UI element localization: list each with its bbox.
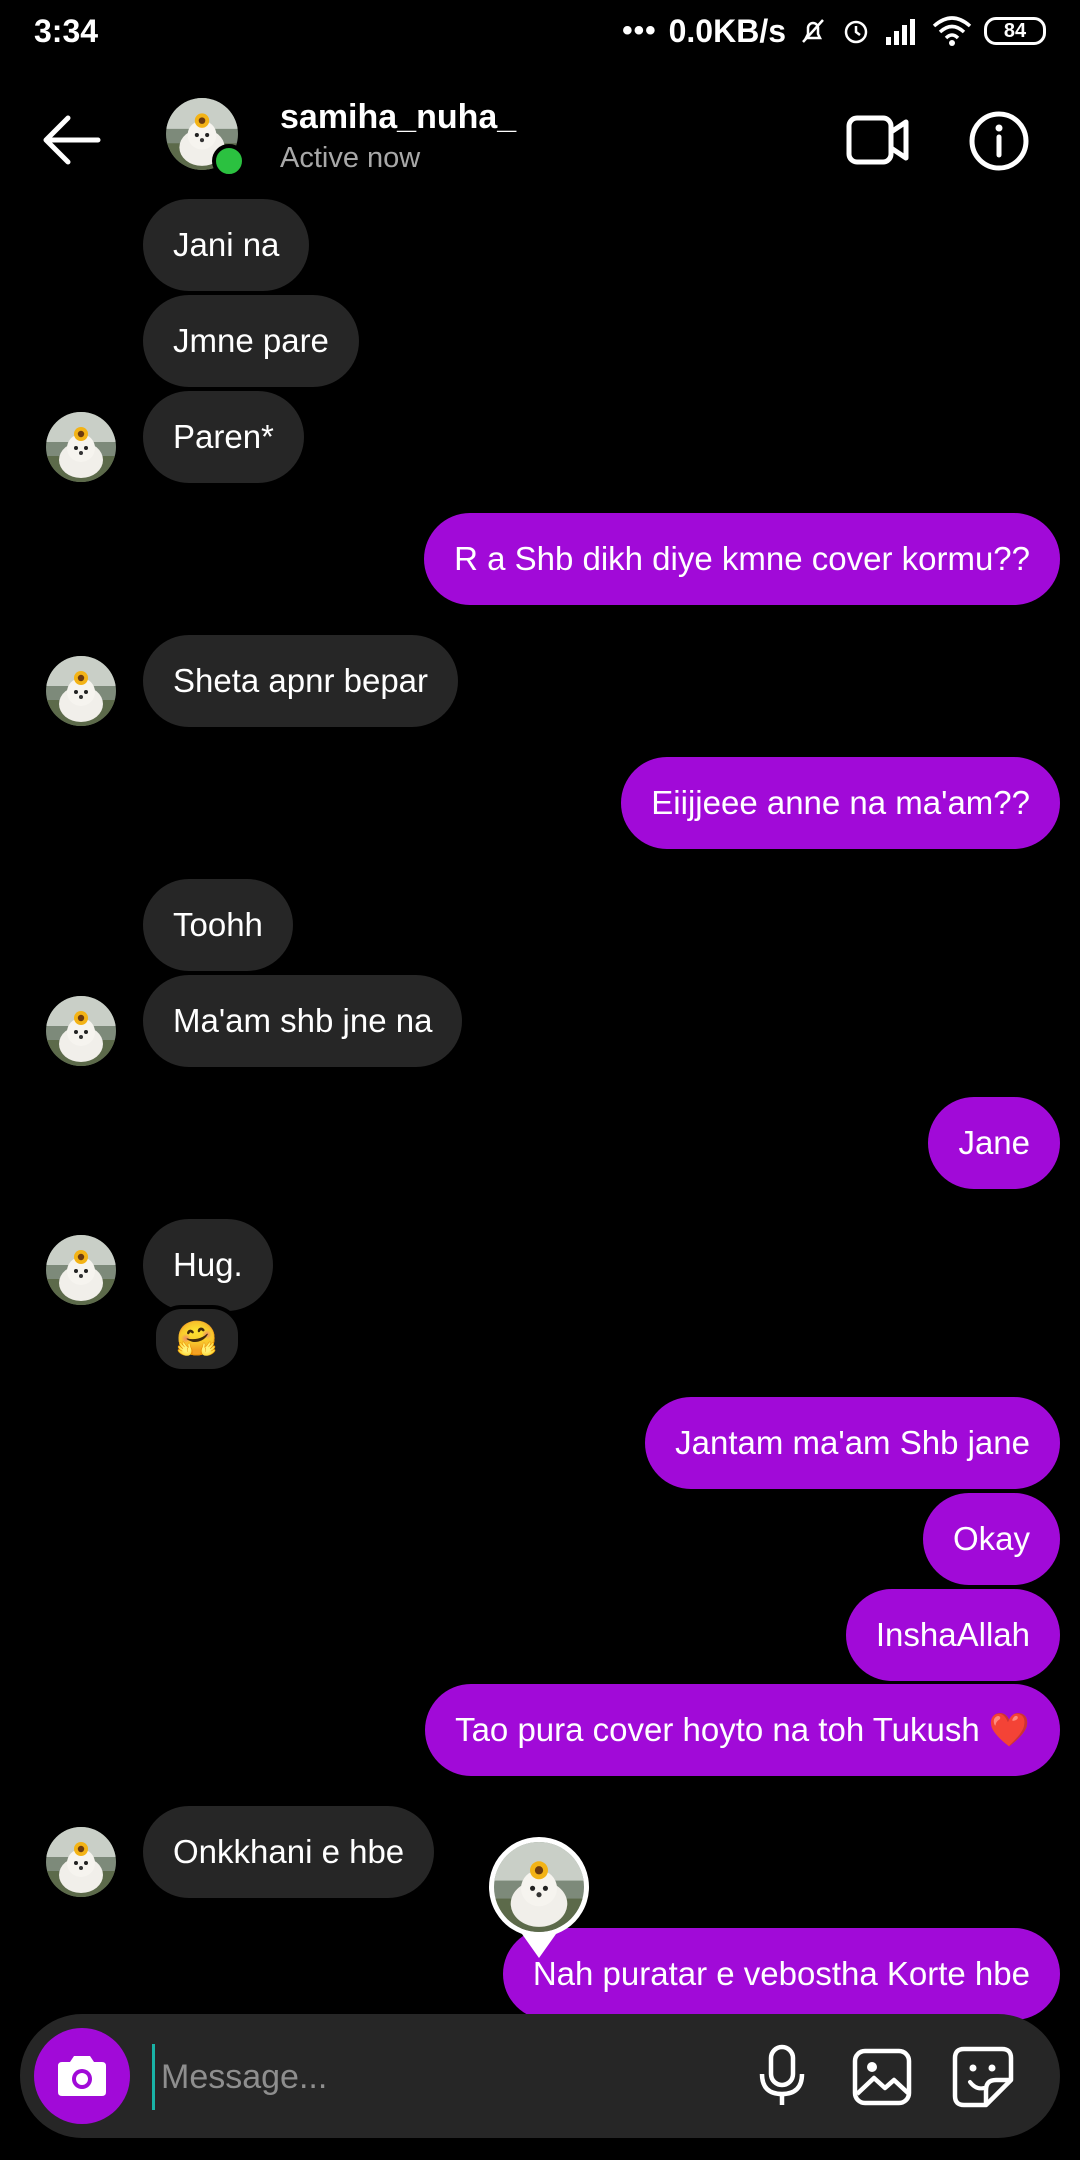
video-camera-icon[interactable] — [846, 112, 910, 168]
message-input[interactable] — [152, 2044, 723, 2110]
outgoing-message[interactable]: Okay — [922, 1493, 1060, 1585]
outgoing-message[interactable]: Eiijjeee anne na ma'am?? — [621, 757, 1060, 849]
outgoing-message[interactable]: Jantam ma'am Shb jane — [645, 1397, 1060, 1489]
chat-header: samiha_nuha_ Active now — [0, 80, 1080, 200]
incoming-message[interactable]: Ma'am shb jne na — [143, 975, 463, 1067]
microphone-icon[interactable] — [754, 2044, 810, 2108]
sender-avatar[interactable] — [46, 412, 116, 482]
outgoing-message[interactable]: Tao pura cover hoyto na toh Tukush ❤️ — [425, 1684, 1060, 1776]
net-speed: 0.0KB/s — [668, 12, 786, 49]
more-dots-icon: ••• — [622, 14, 657, 47]
incoming-message[interactable]: Jani na — [143, 199, 310, 291]
wifi-icon — [932, 16, 972, 46]
mute-bell-icon — [802, 19, 824, 43]
incoming-message[interactable]: Paren* — [143, 391, 304, 483]
incoming-message[interactable]: Jmne pare — [143, 295, 359, 387]
incoming-message[interactable]: Hug. — [143, 1219, 273, 1311]
sender-avatar[interactable] — [46, 656, 116, 726]
signal-icon — [886, 19, 915, 45]
reaction-badge[interactable]: 🤗 — [152, 1305, 242, 1373]
image-icon[interactable] — [852, 2048, 912, 2106]
outgoing-message[interactable]: R a Shb dikh diye kmne cover kormu?? — [424, 513, 1060, 605]
status-bar: 3:34 ••• 0.0KB/s 84 — [0, 0, 1080, 62]
seen-avatar-indicator — [489, 1836, 589, 1958]
active-status: Active now — [280, 142, 421, 174]
sender-avatar[interactable] — [46, 1235, 116, 1305]
incoming-message[interactable]: Sheta apnr bepar — [143, 635, 459, 727]
incoming-message[interactable]: Toohh — [143, 879, 293, 971]
incoming-message[interactable]: Onkkhani e hbe — [143, 1806, 435, 1898]
status-time: 3:34 — [34, 12, 99, 49]
info-icon[interactable] — [968, 110, 1030, 172]
sender-avatar[interactable] — [46, 996, 116, 1066]
sender-avatar[interactable] — [46, 1827, 116, 1897]
sticker-icon[interactable] — [952, 2046, 1014, 2108]
status-icons: ••• 0.0KB/s 84 — [622, 13, 1046, 50]
alarm-icon — [844, 20, 868, 44]
camera-button[interactable] — [34, 2028, 130, 2124]
message-composer — [20, 2014, 1060, 2138]
camera-icon — [58, 2056, 106, 2096]
arrow-left-icon[interactable] — [40, 110, 104, 170]
outgoing-message[interactable]: Jane — [928, 1097, 1060, 1189]
contact-name[interactable]: samiha_nuha_ — [280, 98, 516, 137]
outgoing-message[interactable]: InshaAllah — [845, 1589, 1060, 1681]
battery-indicator: 84 — [984, 17, 1046, 45]
online-status-dot — [212, 144, 246, 178]
